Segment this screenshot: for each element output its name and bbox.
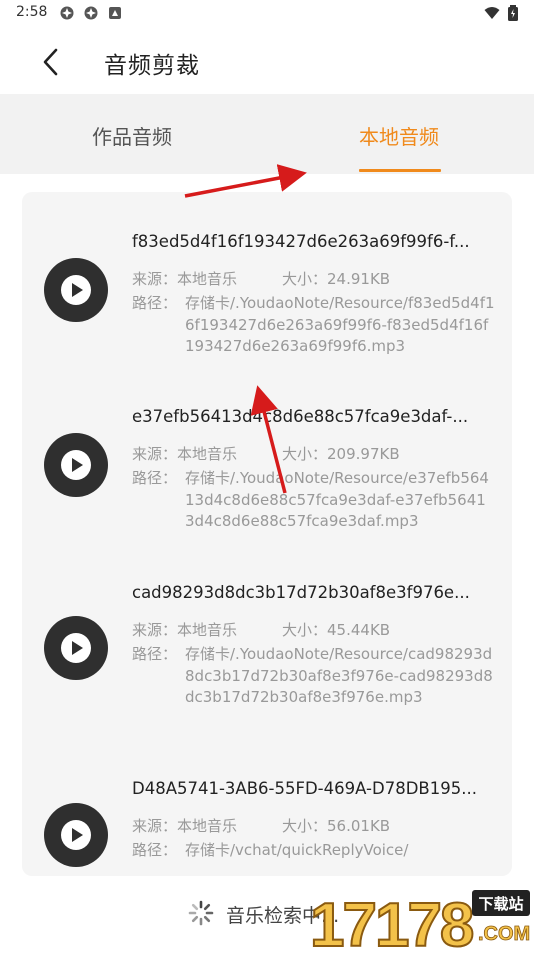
svg-text:17178: 17178 — [310, 891, 473, 950]
audio-list-item[interactable]: e37efb56413d4c8d6e88c57fca9e3daf-... 来源：… — [22, 397, 512, 577]
audio-filename: cad98293d8dc3b17d72b30af8e3f976e... — [132, 583, 470, 602]
watermark-logo: 17178 下载站 .COM — [300, 876, 534, 954]
audio-source: 来源：本地音乐 — [132, 445, 238, 463]
app-notification-icon — [60, 6, 74, 20]
svg-text:.COM: .COM — [478, 923, 530, 945]
audio-size: 大小：24.91KB — [282, 270, 391, 288]
watermark-logo-graphic: 17178 下载站 .COM — [309, 890, 531, 954]
audio-source: 来源：本地音乐 — [132, 621, 238, 639]
audio-list-item[interactable]: cad98293d8dc3b17d72b30af8e3f976e... 来源：本… — [22, 573, 512, 753]
tab-label: 本地音频 — [359, 125, 439, 149]
audio-size: 大小：56.01KB — [282, 817, 391, 835]
tab-bar: 作品音频 本地音频 — [0, 94, 534, 174]
app-header: 音频剪裁 — [0, 28, 534, 94]
audio-size: 大小：45.44KB — [282, 621, 391, 639]
tab-local-audio[interactable]: 本地音频 — [330, 94, 470, 174]
path-value: 存储卡/vchat/quickReplyVoice/ — [185, 841, 409, 859]
app-notification-icon — [84, 6, 98, 20]
audio-size: 大小：209.97KB — [282, 445, 400, 463]
audio-filename: e37efb56413d4c8d6e88c57fca9e3daf-... — [132, 407, 469, 426]
audio-filename: f83ed5d4f16f193427d6e263a69f99f6-f... — [132, 232, 470, 251]
path-label: 路径： — [132, 294, 178, 312]
audio-list-item[interactable]: D48A5741-3AB6-55FD-469A-D78DB195... 来源：本… — [22, 769, 512, 876]
path-value: 存储卡/.YoudaoNote/Resource/f83ed5d4f16f193… — [185, 294, 495, 355]
audio-meta: 来源：本地音乐 大小：56.01KB — [132, 815, 390, 836]
image-notification-icon — [109, 7, 121, 19]
audio-meta: 来源：本地音乐 大小：24.91KB — [132, 268, 390, 289]
wifi-icon — [484, 7, 500, 19]
play-icon[interactable] — [44, 433, 108, 497]
path-label: 路径： — [132, 645, 178, 663]
path-label: 路径： — [132, 469, 178, 487]
audio-list[interactable]: f83ed5d4f16f193427d6e263a69f99f6-f... 来源… — [22, 192, 512, 876]
tab-label: 作品音频 — [92, 125, 172, 149]
chevron-left-icon — [43, 48, 58, 76]
path-label: 路径： — [132, 841, 178, 859]
play-icon[interactable] — [44, 803, 108, 867]
audio-list-item[interactable]: f83ed5d4f16f193427d6e263a69f99f6-f... 来源… — [22, 222, 512, 402]
audio-source: 来源：本地音乐 — [132, 270, 238, 288]
path-value: 存储卡/.YoudaoNote/Resource/cad98293d8dc3b1… — [185, 645, 493, 706]
active-tab-indicator — [359, 169, 441, 172]
audio-filename: D48A5741-3AB6-55FD-469A-D78DB195... — [132, 779, 477, 798]
audio-meta: 来源：本地音乐 大小：45.44KB — [132, 619, 390, 640]
play-icon[interactable] — [44, 258, 108, 322]
audio-source: 来源：本地音乐 — [132, 817, 238, 835]
audio-meta: 来源：本地音乐 大小：209.97KB — [132, 443, 400, 464]
status-time: 2:58 — [16, 4, 48, 20]
tab-works-audio[interactable]: 作品音频 — [60, 94, 210, 174]
battery-icon — [508, 5, 518, 21]
svg-text:下载站: 下载站 — [478, 895, 523, 913]
path-value: 存储卡/.YoudaoNote/Resource/e37efb56413d4c8… — [185, 469, 489, 530]
status-bar: 2:58 — [0, 0, 534, 28]
spinner-icon — [188, 900, 214, 926]
play-icon[interactable] — [44, 616, 108, 680]
back-button[interactable] — [34, 44, 70, 80]
page-title: 音频剪裁 — [104, 53, 200, 79]
